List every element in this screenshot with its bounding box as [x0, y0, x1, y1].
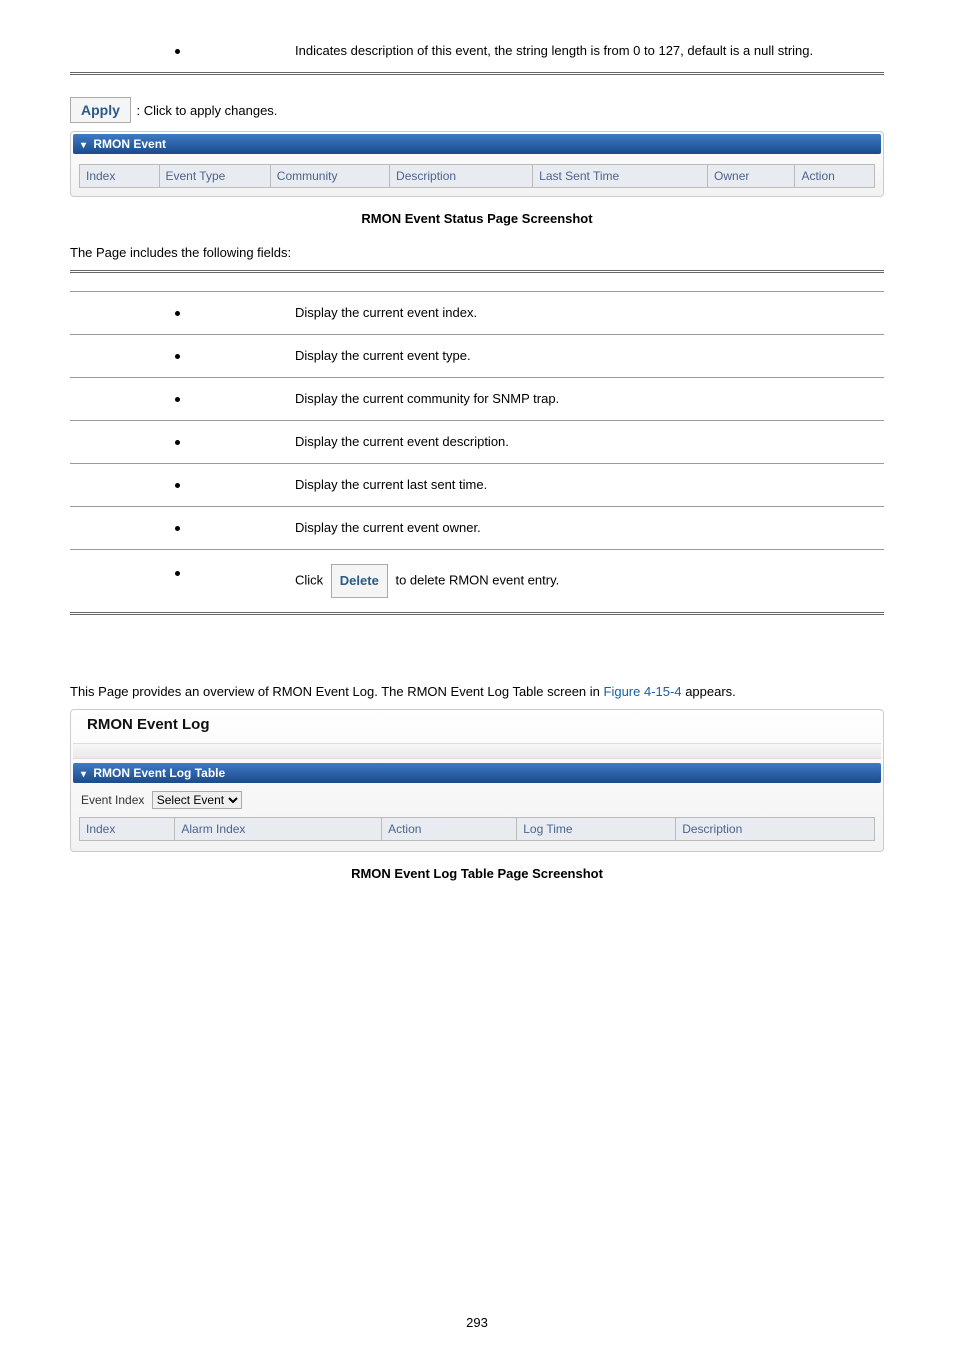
row-index: Display the current event index.	[285, 292, 884, 335]
caret-down-icon: ▾	[81, 769, 86, 780]
bullet-icon	[175, 526, 180, 531]
rmon-event-screenshot: ▾ RMON Event Index Event Type Community …	[70, 131, 884, 197]
panel1-titlebar: ▾ RMON Event	[73, 134, 881, 154]
rmon-eventlog-screenshot: RMON Event Log ▾ RMON Event Log Table Ev…	[70, 709, 884, 852]
action-post: to delete RMON event entry.	[395, 573, 559, 588]
caption2: RMON Event Log Table Page Screenshot	[70, 866, 884, 881]
col-index: Index	[80, 165, 160, 188]
rmon-event-grid: Index Event Type Community Description L…	[79, 164, 875, 188]
panel2-title: RMON Event Log Table	[93, 766, 225, 780]
action-pre: Click	[295, 573, 323, 588]
row-owner: Display the current event owner.	[285, 507, 884, 550]
figure-ref[interactable]: Figure 4-15-4	[604, 684, 682, 699]
event-index-select[interactable]: Select Event	[152, 791, 242, 809]
col-eventtype: Event Type	[159, 165, 270, 188]
bullet-icon	[175, 354, 180, 359]
row-description: Display the current event description.	[285, 421, 884, 464]
page-number: 293	[0, 1315, 954, 1330]
hdr-description	[285, 272, 884, 292]
event-index-label: Event Index	[81, 793, 144, 807]
col-action: Action	[795, 165, 875, 188]
row-type: Display the current event type.	[285, 335, 884, 378]
bullet-icon	[175, 397, 180, 402]
eventlog-head: RMON Event Log	[73, 710, 881, 743]
bullet-icon	[175, 483, 180, 488]
col2-logtime: Log Time	[517, 818, 676, 841]
apply-button[interactable]: Apply	[70, 97, 131, 123]
col2-alarm: Alarm Index	[175, 818, 382, 841]
row-community: Display the current community for SNMP t…	[285, 378, 884, 421]
section2-intro: This Page provides an overview of RMON E…	[70, 683, 884, 701]
delete-button[interactable]: Delete	[331, 564, 388, 598]
row-action: Click Delete to delete RMON event entry.	[285, 550, 884, 614]
caret-down-icon: ▾	[81, 140, 86, 151]
col2-desc: Description	[676, 818, 875, 841]
top-row-desc: Indicates description of this event, the…	[285, 30, 884, 74]
col2-action: Action	[382, 818, 517, 841]
panel2-titlebar: ▾ RMON Event Log Table	[73, 763, 881, 783]
apply-line: Apply : Click to apply changes.	[70, 97, 884, 123]
bullet-cell	[70, 30, 285, 74]
col2-index: Index	[80, 818, 175, 841]
intro2: The Page includes the following fields:	[70, 244, 884, 262]
bullet-icon	[175, 440, 180, 445]
bullet-icon	[175, 49, 180, 54]
hdr-object	[70, 272, 285, 292]
eventlog-grid: Index Alarm Index Action Log Time Descri…	[79, 817, 875, 841]
top-desc-table: Indicates description of this event, the…	[70, 30, 884, 75]
col-lastsent: Last Sent Time	[533, 165, 708, 188]
col-community: Community	[270, 165, 389, 188]
fields-table: Display the current event index. Display…	[70, 270, 884, 615]
col-owner: Owner	[708, 165, 795, 188]
panel1-title: RMON Event	[93, 137, 166, 151]
apply-text: : Click to apply changes.	[137, 103, 278, 118]
caption1: RMON Event Status Page Screenshot	[70, 211, 884, 226]
bullet-icon	[175, 571, 180, 576]
bullet-icon	[175, 311, 180, 316]
row-lastsent: Display the current last sent time.	[285, 464, 884, 507]
section-heading	[70, 653, 884, 673]
col-description: Description	[390, 165, 533, 188]
